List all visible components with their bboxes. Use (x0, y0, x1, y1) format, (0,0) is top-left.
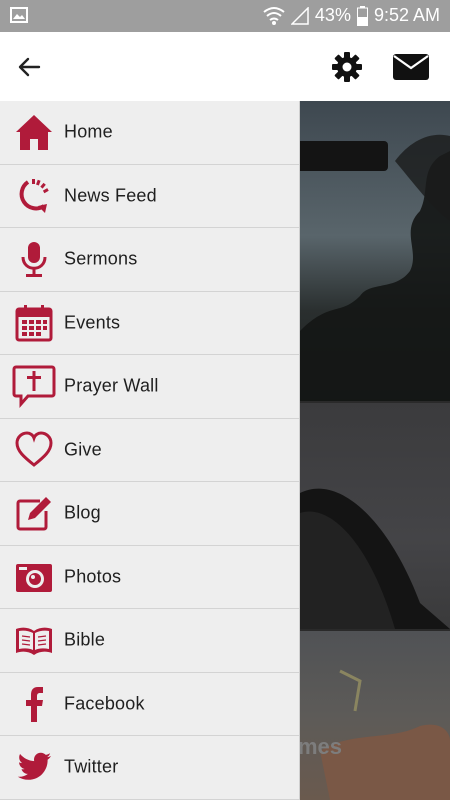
menu-item-events[interactable]: Events (0, 292, 299, 355)
bible-icon (12, 618, 56, 662)
menu-label: Events (64, 312, 121, 333)
map-hand-photo (320, 669, 450, 800)
image-notification-icon (10, 7, 28, 23)
menu-label: Twitter (64, 756, 119, 777)
menu-item-sermons[interactable]: Sermons (0, 228, 299, 292)
menu-item-photos[interactable]: Photos (0, 546, 299, 609)
menu-label: Give (64, 439, 102, 460)
tree-silhouette (300, 134, 450, 401)
menu-label: Sermons (64, 248, 138, 269)
twitter-icon (12, 745, 56, 789)
menu-item-prayer-wall[interactable]: Prayer Wall (0, 355, 299, 419)
gear-icon[interactable] (331, 51, 363, 83)
clock: 9:52 AM (373, 5, 440, 25)
news-feed-icon (12, 174, 56, 218)
menu-label: Bible (64, 629, 106, 650)
camera-icon (12, 555, 56, 599)
app-bar (0, 32, 450, 102)
blog-icon (12, 491, 56, 535)
background-card-1[interactable] (300, 101, 450, 401)
facebook-icon (12, 682, 56, 726)
back-arrow-icon[interactable] (14, 52, 44, 82)
menu-label: Facebook (64, 693, 145, 714)
background-card-2[interactable] (300, 403, 450, 629)
status-bar: 43% 9:52 AM (0, 0, 450, 32)
menu-label: Prayer Wall (64, 375, 159, 396)
menu-item-facebook[interactable]: Facebook (0, 673, 299, 736)
signal-icon (290, 6, 309, 25)
heart-icon (12, 428, 56, 472)
calendar-icon (12, 301, 56, 345)
mail-icon[interactable] (392, 53, 430, 81)
menu-item-bible[interactable]: Bible (0, 609, 299, 673)
menu-label: Home (64, 121, 113, 142)
menu-item-give[interactable]: Give (0, 419, 299, 482)
background-content: mes (300, 101, 450, 800)
background-card-3[interactable]: mes (300, 631, 450, 800)
microphone-photo (300, 488, 450, 629)
menu-item-home[interactable]: Home (0, 101, 299, 165)
menu-item-blog[interactable]: Blog (0, 482, 299, 546)
menu-item-news-feed[interactable]: News Feed (0, 165, 299, 228)
menu-label: News Feed (64, 185, 157, 206)
menu-label: Blog (64, 502, 101, 523)
card-3-text: mes (300, 734, 343, 759)
prayer-wall-icon (12, 364, 56, 409)
menu-label: Photos (64, 566, 122, 587)
home-icon (12, 110, 56, 154)
menu-item-twitter[interactable]: Twitter (0, 736, 299, 800)
microphone-icon (12, 237, 56, 281)
wifi-icon (263, 6, 285, 26)
status-indicators: 43% 9:52 AM (263, 5, 440, 26)
battery-percent: 43% (314, 5, 351, 25)
battery-icon (356, 5, 368, 26)
navigation-drawer: Home News Feed Sermons Events Prayer Wal… (0, 101, 300, 800)
